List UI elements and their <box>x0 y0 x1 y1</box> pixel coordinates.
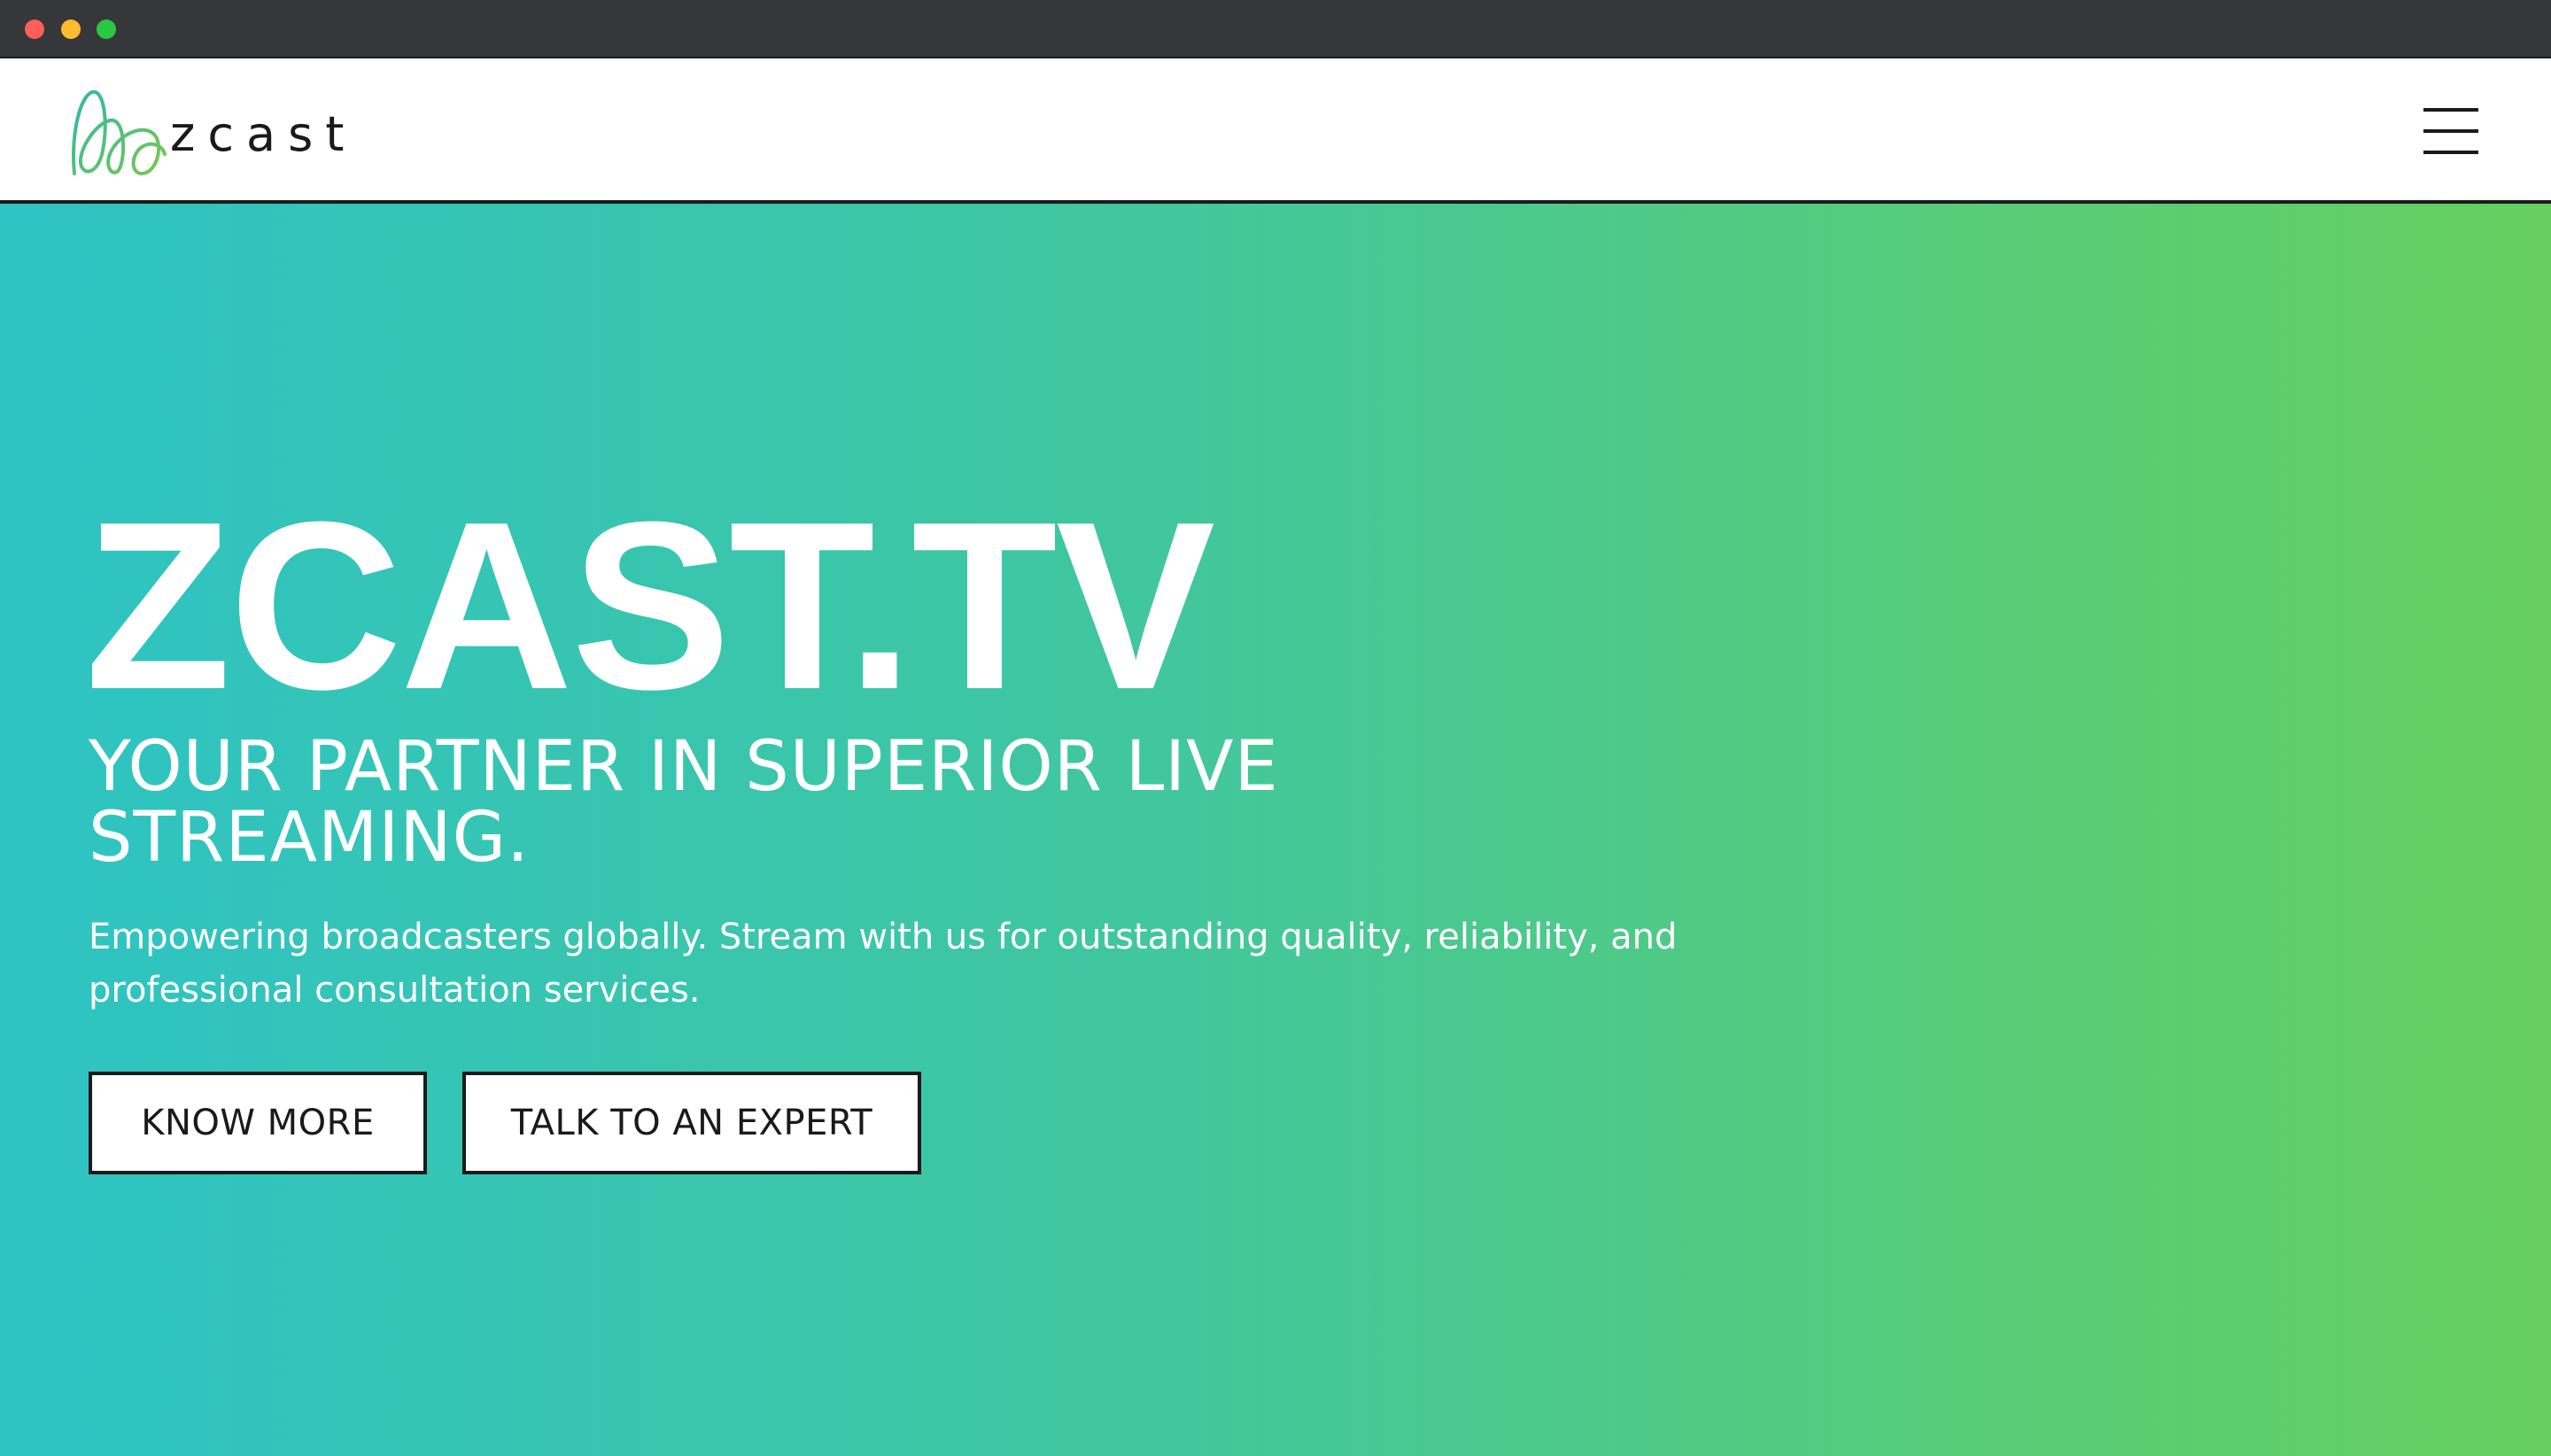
minimize-window-button[interactable] <box>61 19 81 39</box>
zcast-logo-icon <box>71 89 167 176</box>
hero-title: ZCAST.TV <box>85 473 1215 740</box>
hero-subtitle: YOUR PARTNER IN SUPERIOR LIVE STREAMING. <box>89 727 1279 878</box>
hamburger-menu-button[interactable] <box>2423 108 2478 154</box>
hero-description: Empowering broadcasters globally. Stream… <box>89 917 1678 1011</box>
maximize-window-button[interactable] <box>97 19 116 39</box>
hamburger-icon-line <box>2423 151 2478 154</box>
talk-to-expert-button[interactable]: TALK TO AN EXPERT <box>462 1072 921 1174</box>
site-header: zcast <box>0 58 2551 204</box>
hamburger-icon-line <box>2423 129 2478 133</box>
site-logo[interactable]: zcast <box>69 89 353 186</box>
hamburger-icon <box>2423 108 2478 112</box>
hero-section: ZCAST.TV YOUR PARTNER IN SUPERIOR LIVE S… <box>0 204 2551 1456</box>
close-window-button[interactable] <box>25 19 44 39</box>
know-more-button[interactable]: KNOW MORE <box>89 1072 427 1174</box>
window-chrome <box>0 0 2551 58</box>
logo-wordmark: zcast <box>170 106 357 162</box>
